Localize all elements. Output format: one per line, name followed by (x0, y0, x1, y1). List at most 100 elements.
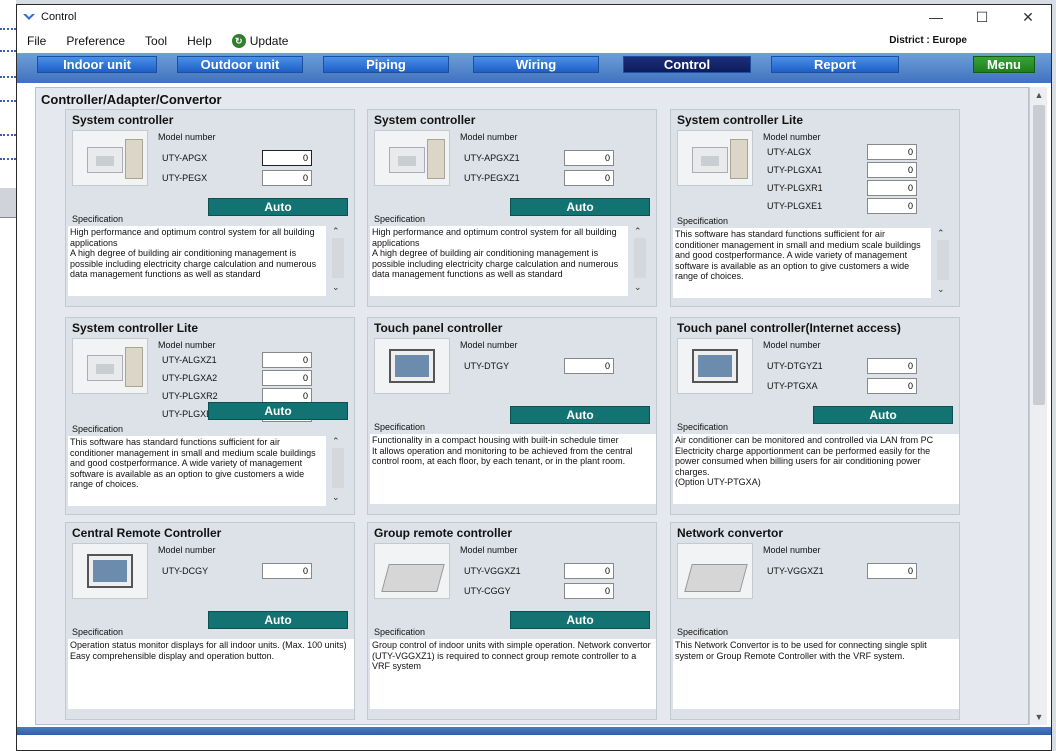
scroll-thumb[interactable] (634, 238, 646, 278)
scroll-thumb[interactable] (332, 448, 344, 488)
model-name: UTY-PLGXR1 (767, 183, 823, 193)
model-name: UTY-PEGXZ1 (464, 173, 520, 183)
specification-label: Specification (72, 424, 124, 434)
quantity-input[interactable] (867, 162, 917, 178)
quantity-input[interactable] (564, 150, 614, 166)
auto-button[interactable]: Auto (208, 611, 348, 629)
close-button[interactable]: ✕ (1005, 5, 1051, 29)
menu-file[interactable]: File (27, 34, 46, 48)
tab-piping[interactable]: Piping (323, 56, 449, 73)
quantity-input[interactable] (564, 358, 614, 374)
menu-update[interactable]: ↻ Update (231, 34, 288, 48)
model-row: UTY-ALGX (767, 144, 917, 160)
maximize-button[interactable]: ☐ (959, 5, 1005, 29)
chevron-down-icon[interactable]: ⌄ (332, 492, 340, 503)
scroll-thumb[interactable] (1033, 105, 1045, 405)
model-name: UTY-PLGXA1 (767, 165, 823, 175)
chevron-down-icon[interactable]: ⌄ (634, 282, 642, 293)
specification-text: This software has standard functions suf… (68, 436, 326, 506)
model-row: UTY-PLGXE1 (767, 198, 917, 214)
specification-text: Air conditioner can be monitored and con… (673, 434, 959, 504)
main-scrollbar[interactable]: ▲ ▼ (1029, 87, 1047, 725)
model-row: UTY-PLGXA2 (162, 370, 312, 386)
quantity-input[interactable] (262, 352, 312, 368)
menu-tool[interactable]: Tool (145, 34, 167, 48)
model-name: UTY-PLGXE1 (767, 201, 823, 211)
model-row: UTY-VGGXZ1 (767, 563, 917, 579)
auto-button[interactable]: Auto (510, 611, 650, 629)
quantity-input[interactable] (867, 144, 917, 160)
model-row: UTY-DCGY (162, 563, 312, 579)
quantity-input[interactable] (867, 378, 917, 394)
scroll-thumb[interactable] (937, 240, 949, 280)
tab-wiring[interactable]: Wiring (473, 56, 599, 73)
scroll-thumb[interactable] (332, 238, 344, 278)
quantity-input[interactable] (867, 180, 917, 196)
tab-outdoor-unit[interactable]: Outdoor unit (177, 56, 303, 73)
scroll-up-icon[interactable]: ▲ (1030, 87, 1048, 103)
tab-menu[interactable]: Menu (973, 56, 1035, 73)
quantity-input[interactable] (262, 170, 312, 186)
model-row: UTY-PTGXA (767, 378, 917, 394)
specification-label: Specification (72, 214, 124, 224)
model-number-label: Model number (460, 545, 518, 555)
tab-report[interactable]: Report (771, 56, 899, 73)
quantity-input[interactable] (867, 358, 917, 374)
model-number-label: Model number (763, 340, 821, 350)
quantity-input[interactable] (262, 563, 312, 579)
controller-card: System controller Model number UTY-APGX UTY… (65, 109, 355, 307)
specification-label: Specification (374, 627, 426, 637)
card-title: Touch panel controller (374, 321, 503, 335)
model-name: UTY-PEGX (162, 173, 208, 183)
product-image (72, 130, 148, 186)
tab-indoor-unit[interactable]: Indoor unit (37, 56, 157, 73)
model-number-label: Model number (460, 340, 518, 350)
minimize-button[interactable]: — (913, 5, 959, 29)
quantity-input[interactable] (262, 150, 312, 166)
specification-scrollbar[interactable]: ⌃ ⌄ (632, 226, 648, 296)
specification-text: Functionality in a compact housing with … (370, 434, 656, 504)
model-number-label: Model number (158, 340, 216, 350)
specification-text: This Network Convertor is to be used for… (673, 639, 959, 709)
auto-button[interactable]: Auto (208, 198, 348, 216)
specification-scrollbar[interactable]: ⌃ ⌄ (330, 226, 346, 296)
chevron-up-icon[interactable]: ⌃ (332, 226, 340, 237)
quantity-input[interactable] (564, 170, 614, 186)
specification-scrollbar[interactable]: ⌃ ⌄ (935, 228, 951, 298)
chevron-up-icon[interactable]: ⌃ (332, 436, 340, 447)
specification-text: Group control of indoor units with simpl… (370, 639, 656, 709)
window-title: Control (41, 11, 77, 23)
controller-card: Network convertor Model number UTY-VGGXZ1 S… (670, 522, 960, 720)
tab-control[interactable]: Control (623, 56, 751, 73)
chevron-up-icon[interactable]: ⌃ (634, 226, 642, 237)
section-title: Controller/Adapter/Convertor (41, 92, 222, 107)
scroll-down-icon[interactable]: ▼ (1030, 709, 1048, 725)
quantity-input[interactable] (564, 583, 614, 599)
quantity-input[interactable] (564, 563, 614, 579)
card-title: System controller Lite (72, 321, 199, 335)
specification-scrollbar[interactable]: ⌃ ⌄ (330, 436, 346, 506)
model-name: UTY-DCGY (162, 566, 209, 576)
auto-button[interactable]: Auto (813, 406, 953, 424)
menu-help[interactable]: Help (187, 34, 212, 48)
quantity-input[interactable] (867, 198, 917, 214)
chevron-down-icon[interactable]: ⌄ (332, 282, 340, 293)
auto-button[interactable]: Auto (510, 198, 650, 216)
model-name: UTY-DTGY (464, 361, 510, 371)
auto-button[interactable]: Auto (510, 406, 650, 424)
model-row: UTY-PLGXA1 (767, 162, 917, 178)
card-title: Central Remote Controller (72, 526, 222, 540)
chevron-down-icon[interactable]: ⌄ (937, 284, 945, 295)
model-name: UTY-APGX (162, 153, 208, 163)
tab-bar: Indoor unit Outdoor unit Piping Wiring C… (17, 53, 1051, 83)
quantity-input[interactable] (262, 370, 312, 386)
auto-button[interactable]: Auto (208, 402, 348, 420)
product-image (72, 338, 148, 394)
title-bar: Control — ☐ ✕ (17, 5, 1051, 29)
chevron-up-icon[interactable]: ⌃ (937, 228, 945, 239)
update-icon: ↻ (231, 34, 246, 48)
specification-text: High performance and optimum control sys… (370, 226, 628, 296)
quantity-input[interactable] (867, 563, 917, 579)
model-name: UTY-CGGY (464, 586, 511, 596)
menu-preference[interactable]: Preference (66, 34, 125, 48)
